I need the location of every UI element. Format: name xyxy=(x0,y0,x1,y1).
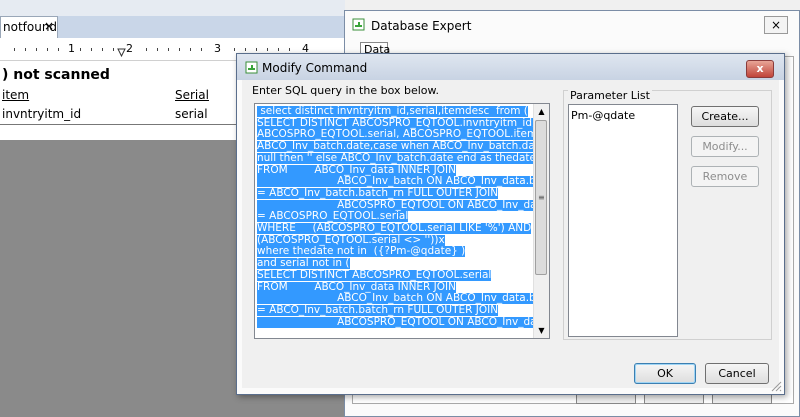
remove-button[interactable]: Remove xyxy=(691,166,759,187)
sql-line: = ABCO_Inv_batch.batch_rn FULL OUTER JOI… xyxy=(257,187,499,199)
report-title[interactable]: ) not scanned xyxy=(2,67,110,83)
sql-line: (ABCOSPRO_EQTOOL.serial <> ''))x xyxy=(257,234,445,246)
sql-line: ABCO_Inv_batch.date,case when ABCO_Inv_b… xyxy=(257,141,533,153)
sql-line: select distinct invntryitm_id,serial,ite… xyxy=(257,106,528,117)
sql-line: null then '' else ABCO_Inv_batch.date en… xyxy=(257,152,533,164)
designer-topbar xyxy=(0,0,345,16)
database-expert-title: Database Expert xyxy=(371,19,472,33)
close-icon[interactable]: × xyxy=(44,19,54,33)
column-header-serial[interactable]: Serial xyxy=(175,88,209,102)
parameter-listbox[interactable] xyxy=(568,104,678,337)
cancel-button[interactable]: Cancel xyxy=(705,363,769,384)
sql-line: = ABCOSPRO_EQTOOL.serial xyxy=(257,211,409,223)
database-expert-close-button[interactable]: × xyxy=(764,16,788,34)
ruler-number: 3 xyxy=(214,42,221,55)
app-icon xyxy=(245,61,258,74)
sql-query-textarea[interactable]: select distinct invntryitm_id,serial,ite… xyxy=(254,103,550,339)
sql-query-text[interactable]: select distinct invntryitm_id,serial,ite… xyxy=(257,106,533,328)
scroll-down-icon[interactable]: ▼ xyxy=(534,323,549,338)
sql-line: and serial not in ( xyxy=(257,258,350,270)
document-tabstrip xyxy=(58,16,348,38)
database-expert-titlebar: Database Expert xyxy=(349,13,794,37)
sql-line: FROM ABCO_Inv_data INNER JOIN xyxy=(257,281,456,293)
sql-line: ABCOSPRO_EQTOOL ON ABCO_Inv_data.serial xyxy=(257,316,533,328)
sql-line: = ABCO_Inv_batch.batch_rn FULL OUTER JOI… xyxy=(257,304,499,316)
modify-button[interactable]: Modify... xyxy=(691,136,759,157)
sql-line: ABCOSPRO_EQTOOL.serial, ABCOSPRO_EQTOOL.… xyxy=(257,129,533,141)
column-header-item[interactable]: item xyxy=(2,88,29,102)
field-invntryitm-id[interactable]: invntryitm_id xyxy=(2,107,81,121)
sql-line: SELECT DISTINCT ABCOSPRO_EQTOOL.invntryi… xyxy=(257,117,533,129)
create-button[interactable]: Create... xyxy=(691,106,759,127)
sql-line: where thedate not in ({?Pm-@qdate} ) xyxy=(257,246,466,258)
sql-line: ABCO_Inv_batch ON ABCO_Inv_data.batch_rn xyxy=(257,176,533,188)
sql-line: WHERE (ABCOSPRO_EQTOOL.serial LIKE '%') … xyxy=(257,223,532,235)
parameter-list-label: Parameter List xyxy=(568,89,652,102)
ruler-marker-icon[interactable] xyxy=(117,48,126,57)
field-serial[interactable]: serial xyxy=(175,107,208,121)
document-tab-notfound[interactable]: notfound × xyxy=(0,16,58,38)
sql-line: SELECT DISTINCT ABCOSPRO_EQTOOL.serial xyxy=(257,269,492,281)
grip-icon: ≡ xyxy=(538,193,545,202)
sql-line: ABCOSPRO_EQTOOL ON ABCO_Inv_data.serial xyxy=(257,199,533,211)
resize-grip-icon[interactable] xyxy=(770,380,782,392)
parameter-item[interactable]: Pm-@qdate xyxy=(571,109,635,122)
sql-line: ABCO_Inv_batch ON ABCO_Inv_data.batch_rn xyxy=(257,293,533,305)
vertical-scrollbar[interactable]: ▲ ≡ ▼ xyxy=(533,104,549,338)
scroll-up-icon[interactable]: ▲ xyxy=(534,104,549,119)
ruler-number: 2 xyxy=(126,42,133,55)
ruler-number: 1 xyxy=(68,42,75,55)
modify-command-title: Modify Command xyxy=(262,61,368,75)
sql-prompt-label: Enter SQL query in the box below. xyxy=(252,84,440,97)
sql-line: FROM ABCO_Inv_data INNER JOIN xyxy=(257,164,456,176)
scroll-thumb[interactable]: ≡ xyxy=(535,120,547,275)
close-button[interactable]: x xyxy=(746,60,774,78)
ok-button[interactable]: OK xyxy=(634,363,696,384)
app-icon xyxy=(352,18,365,31)
